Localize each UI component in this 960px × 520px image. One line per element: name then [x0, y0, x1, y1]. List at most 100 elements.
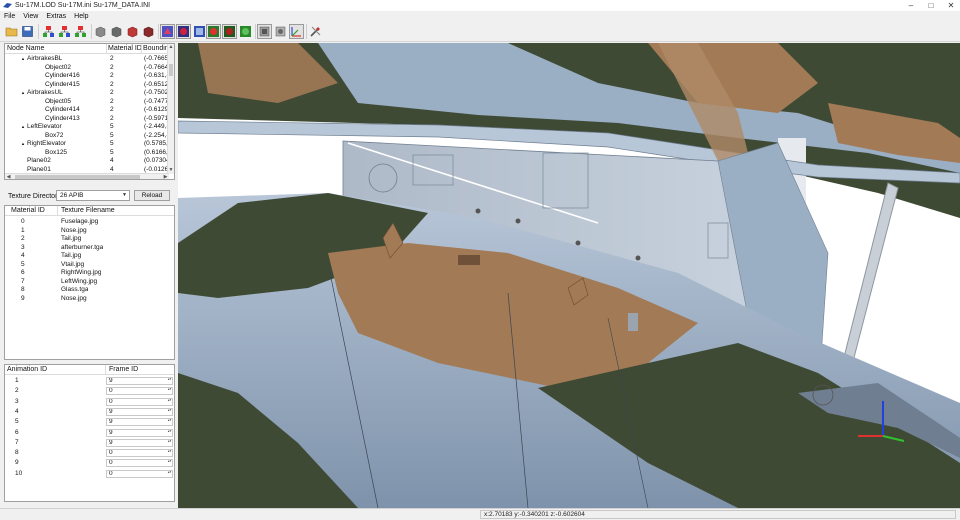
header-texture-filename[interactable]: Texture Filename [61, 207, 115, 214]
frame-id-spinbox[interactable]: 9 ▴▾ [106, 438, 173, 447]
node-tree-panel[interactable]: Node Name Material ID Bounding ▲ Airbrake… [4, 43, 175, 180]
spin-arrows-icon[interactable]: ▴▾ [167, 430, 172, 436]
animation-row[interactable]: 2 0 ▴▾ [5, 387, 174, 396]
header-material-id[interactable]: Material ID [108, 45, 142, 52]
node-tree-vscrollbar[interactable]: ▲ ▼ [167, 44, 174, 174]
texture-row[interactable]: 1 Nose.jpg [5, 227, 174, 236]
texture-row[interactable]: 7 LeftWing.jpg [5, 278, 174, 287]
node-edit-button[interactable] [73, 24, 88, 39]
frame-id-spinbox[interactable]: 9 ▴▾ [106, 418, 173, 427]
spin-arrows-icon[interactable]: ▴▾ [167, 460, 172, 466]
add-node-button[interactable] [41, 24, 56, 39]
menu-help[interactable]: Help [74, 13, 88, 20]
shaded-toggle-button[interactable] [176, 24, 191, 39]
expand-arrow-icon[interactable]: ▲ [21, 55, 25, 64]
animation-row[interactable]: 5 9 ▴▾ [5, 418, 174, 427]
texture-row[interactable]: 6 RightWing.jpg [5, 269, 174, 278]
node-tree-row[interactable]: Box125 5 (0.6166,-8 [5, 149, 174, 158]
frame-id-spinbox[interactable]: 9 ▴▾ [106, 428, 173, 437]
frame-id-spinbox[interactable]: 0 ▴▾ [106, 397, 173, 406]
material-dark-toggle-button[interactable] [222, 24, 237, 39]
scroll-up-icon[interactable]: ▲ [168, 44, 174, 51]
spin-arrows-icon[interactable]: ▴▾ [167, 388, 172, 394]
view-side-button[interactable] [273, 24, 288, 39]
expand-arrow-icon[interactable]: ▲ [21, 123, 25, 132]
save-button[interactable] [20, 24, 35, 39]
animation-row[interactable]: 9 0 ▴▾ [5, 459, 174, 468]
node-tree-button[interactable] [57, 24, 72, 39]
node-tree-row[interactable]: Object05 2 (-0.7477,- [5, 98, 174, 107]
animation-row[interactable]: 7 9 ▴▾ [5, 438, 174, 448]
scroll-right-icon[interactable]: ▶ [162, 174, 169, 179]
animation-row[interactable]: 10 0 ▴▾ [5, 469, 174, 479]
node-tree-row[interactable]: Cylinder415 2 (-0.6512,- [5, 81, 174, 90]
texture-row[interactable]: 5 Vtail.jpg [5, 261, 174, 270]
spin-arrows-icon[interactable]: ▴▾ [167, 450, 172, 456]
node-tree-row[interactable]: ▲AirbrakesUL 2 (-0.7502,- [5, 89, 174, 98]
spin-arrows-icon[interactable]: ▴▾ [167, 419, 172, 425]
header-animation-id[interactable]: Animation ID [7, 366, 47, 373]
cube-dark-button[interactable] [109, 24, 124, 39]
node-tree-row[interactable]: ▲LeftElevator 5 (-2.449,-8 [5, 123, 174, 132]
view-front-toggle-button[interactable] [257, 24, 272, 39]
spin-arrows-icon[interactable]: ▴▾ [167, 399, 172, 405]
spin-arrows-icon[interactable]: ▴▾ [167, 440, 172, 446]
show-axes-toggle-button[interactable] [289, 24, 304, 39]
close-button[interactable]: ✕ [946, 1, 956, 10]
animation-row[interactable]: 6 9 ▴▾ [5, 428, 174, 438]
expand-arrow-icon[interactable]: ▲ [21, 140, 25, 149]
frame-id-spinbox[interactable]: 9 ▴▾ [106, 377, 173, 385]
spin-arrows-icon[interactable]: ▴▾ [167, 378, 172, 384]
node-tree-row[interactable]: Box72 5 (-2.254,-8 [5, 132, 174, 141]
cube-maroon-button[interactable] [141, 24, 156, 39]
frame-id-spinbox[interactable]: 0 ▴▾ [106, 469, 173, 478]
frame-id-spinbox[interactable]: 0 ▴▾ [106, 449, 173, 458]
texture-row[interactable]: 3 afterburner.tga [5, 244, 174, 253]
texture-directory-select[interactable]: 26 APIB ▼ [56, 190, 130, 201]
menu-file[interactable]: File [4, 13, 15, 20]
texture-table[interactable]: Material ID Texture Filename 0 Fuselage.j… [4, 205, 175, 360]
animation-row[interactable]: 3 0 ▴▾ [5, 397, 174, 407]
node-tree-row[interactable]: ▲RightElevator 5 (0.5785,-8 [5, 140, 174, 149]
texture-row[interactable]: 0 Fuselage.jpg [5, 218, 174, 227]
texture-row[interactable]: 8 Glass.tga [5, 286, 174, 295]
animation-row[interactable]: 1 9 ▴▾ [5, 377, 174, 386]
node-tree-row[interactable]: Plane02 4 (0.07304,- [5, 157, 174, 166]
node-tree-row[interactable]: Cylinder414 2 (-0.6129,- [5, 106, 174, 115]
scroll-thumb[interactable] [169, 64, 173, 76]
header-texture-material-id[interactable]: Material ID [11, 207, 45, 214]
expand-arrow-icon[interactable]: ▲ [21, 89, 25, 98]
header-frame-id[interactable]: Frame ID [109, 366, 138, 373]
cube-gray-button[interactable] [93, 24, 108, 39]
node-tree-row[interactable]: Cylinder416 2 (-0.631,-3 [5, 72, 174, 81]
texture-row[interactable]: 4 Tail.jpg [5, 252, 174, 261]
node-tree-row[interactable]: ▲AirbrakesBL 2 (-0.7665,- [5, 55, 174, 64]
minimize-button[interactable]: – [906, 1, 916, 10]
animation-row[interactable]: 4 9 ▴▾ [5, 407, 174, 417]
animation-table[interactable]: Animation ID Frame ID 1 9 ▴▾ 2 0 ▴▾ 3 0 ▴▾ 4 9 ▴▾ 5 9… [4, 364, 175, 502]
scroll-left-icon[interactable]: ◀ [5, 174, 12, 179]
tools-button[interactable] [308, 24, 323, 39]
node-tree-hscrollbar[interactable]: ◀ ▶ [5, 173, 169, 179]
node-tree-row[interactable]: Cylinder413 2 (-0.5971,- [5, 115, 174, 124]
wireframe-toggle-button[interactable] [160, 24, 175, 39]
animation-row[interactable]: 8 0 ▴▾ [5, 449, 174, 458]
frame-id-spinbox[interactable]: 0 ▴▾ [106, 459, 173, 468]
open-folder-button[interactable] [4, 24, 19, 39]
spin-arrows-icon[interactable]: ▴▾ [167, 471, 172, 477]
frame-id-spinbox[interactable]: 9 ▴▾ [106, 407, 173, 416]
maximize-button[interactable]: □ [926, 1, 936, 10]
node-tree-row[interactable]: Object02 2 (-0.7664,- [5, 64, 174, 73]
frame-id-spinbox[interactable]: 0 ▴▾ [106, 387, 173, 396]
spin-arrows-icon[interactable]: ▴▾ [167, 409, 172, 415]
menu-extras[interactable]: Extras [46, 13, 66, 20]
hscroll-thumb[interactable] [15, 175, 140, 179]
cube-red-button[interactable] [125, 24, 140, 39]
material-green-toggle-button[interactable] [238, 24, 253, 39]
textured-toggle-button[interactable] [192, 24, 207, 39]
header-node-name[interactable]: Node Name [7, 45, 44, 52]
3d-viewport[interactable] [178, 43, 960, 508]
texture-row[interactable]: 2 Tail.jpg [5, 235, 174, 244]
3d-model-render[interactable] [178, 43, 960, 508]
texture-row[interactable]: 9 Nose.jpg [5, 295, 174, 304]
